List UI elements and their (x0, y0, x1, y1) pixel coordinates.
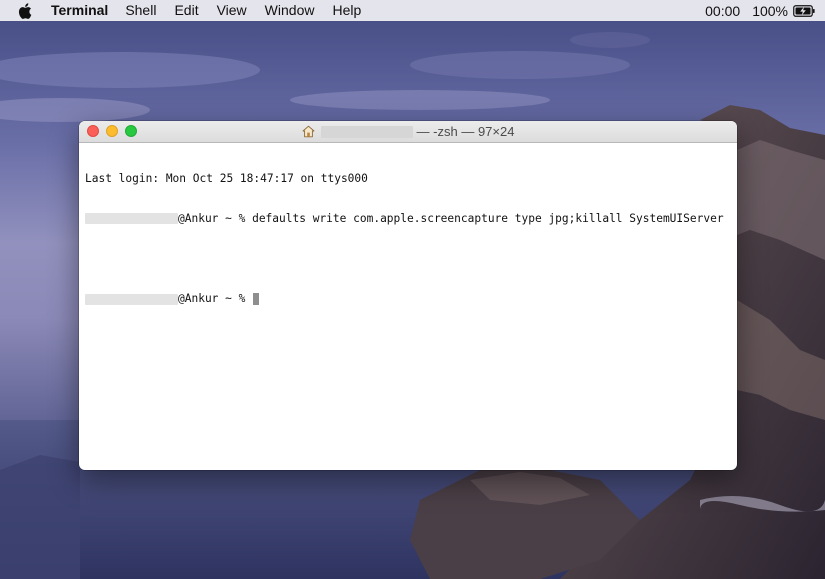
menu-window[interactable]: Window (265, 0, 315, 21)
terminal-line: @Ankur ~ % defaults write com.apple.scre… (85, 212, 731, 225)
menu-shell[interactable]: Shell (125, 0, 156, 21)
terminal-window[interactable]: — -zsh — 97×24 Last login: Mon Oct 25 18… (79, 121, 737, 470)
window-title: — -zsh — 97×24 (79, 121, 737, 142)
menu-extras: 00:00 100% (705, 3, 815, 19)
command-line: @Ankur ~ % defaults write com.apple.scre… (178, 212, 724, 226)
battery-charging-icon[interactable] (793, 4, 815, 17)
menu-app-terminal[interactable]: Terminal (51, 0, 108, 21)
menu-help[interactable]: Help (332, 0, 361, 21)
terminal-line: Last login: Mon Oct 25 18:47:17 on ttys0… (85, 172, 731, 185)
window-titlebar[interactable]: — -zsh — 97×24 (79, 121, 737, 143)
menu-edit[interactable]: Edit (174, 0, 198, 21)
last-login-text: Last login: Mon Oct 25 18:47:17 on ttys0… (85, 171, 368, 185)
text-cursor[interactable] (253, 293, 260, 306)
terminal-line: @Ankur ~ % (85, 292, 731, 305)
window-title-text: — -zsh — 97×24 (416, 124, 515, 139)
redacted-hostname (85, 213, 178, 225)
terminal-content[interactable]: Last login: Mon Oct 25 18:47:17 on ttys0… (79, 143, 737, 335)
menu-clock[interactable]: 00:00 (705, 3, 740, 19)
redacted-username (320, 125, 413, 138)
apple-logo-icon[interactable] (18, 2, 32, 19)
prompt-line: @Ankur ~ % (178, 292, 253, 306)
menu-view[interactable]: View (217, 0, 247, 21)
battery-percent[interactable]: 100% (752, 3, 788, 19)
redacted-hostname (85, 293, 178, 305)
home-icon (302, 125, 315, 138)
menu-bar: Terminal Shell Edit View Window Help 00:… (0, 0, 825, 21)
